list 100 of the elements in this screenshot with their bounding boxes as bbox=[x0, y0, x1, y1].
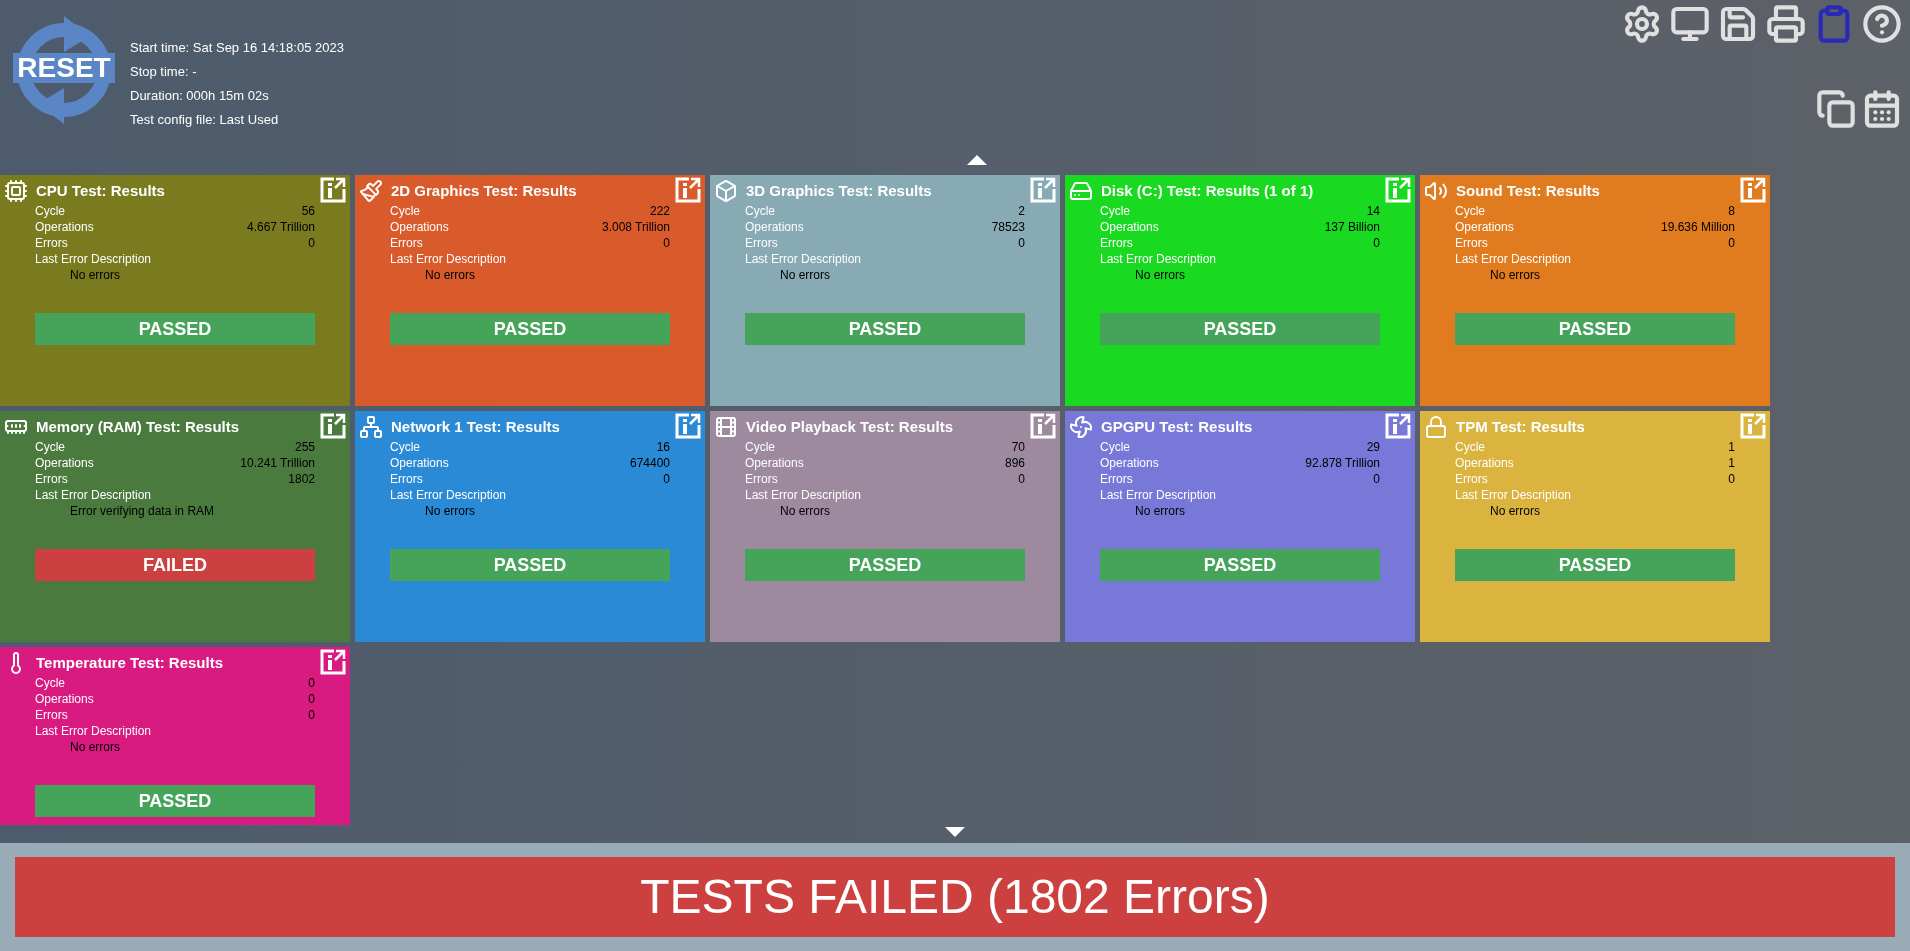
cube-icon bbox=[714, 179, 738, 203]
field-label: Errors bbox=[1455, 471, 1488, 487]
field-value: 0 bbox=[1728, 471, 1735, 487]
scroll-up-icon[interactable] bbox=[966, 155, 987, 165]
error-description: No errors bbox=[1490, 268, 1540, 282]
drive-icon bbox=[1069, 179, 1093, 203]
status-bar: PASSED bbox=[1455, 313, 1735, 345]
field-label: Errors bbox=[390, 235, 423, 251]
status-bar: PASSED bbox=[745, 313, 1025, 345]
field-label: Cycle bbox=[745, 203, 775, 219]
status-bar: PASSED bbox=[1455, 549, 1735, 581]
status-bar: FAILED bbox=[35, 549, 315, 581]
status-bar: PASSED bbox=[35, 785, 315, 817]
field-value: 19.636 Million bbox=[1660, 219, 1735, 235]
field-value: 8 bbox=[1728, 203, 1735, 219]
info-popout-icon[interactable] bbox=[1030, 177, 1056, 203]
lock-icon bbox=[1424, 415, 1448, 439]
error-description: No errors bbox=[1135, 268, 1185, 282]
field-value: 14 bbox=[1366, 203, 1380, 219]
info-popout-icon[interactable] bbox=[320, 177, 346, 203]
field-value: 0 bbox=[308, 675, 315, 691]
field-label: Last Error Description bbox=[35, 252, 152, 266]
field-value: 896 bbox=[1004, 455, 1025, 471]
info-popout-icon[interactable] bbox=[320, 413, 346, 439]
field-value: 0 bbox=[1018, 471, 1025, 487]
status-bar: PASSED bbox=[390, 549, 670, 581]
error-description: No errors bbox=[425, 268, 475, 282]
status-bar: PASSED bbox=[35, 313, 315, 345]
field-label: Errors bbox=[1455, 235, 1488, 251]
field-label: Last Error Description bbox=[1100, 488, 1217, 502]
field-label: Cycle bbox=[745, 439, 775, 455]
field-value: 1 bbox=[1728, 455, 1735, 471]
field-label: Operations bbox=[35, 455, 94, 471]
error-description: Error verifying data in RAM bbox=[70, 504, 215, 518]
field-label: Operations bbox=[35, 691, 94, 707]
info-popout-icon[interactable] bbox=[675, 177, 701, 203]
field-value: 0 bbox=[308, 235, 315, 251]
field-label: Errors bbox=[1100, 471, 1133, 487]
field-value: 3.008 Trillion bbox=[601, 219, 670, 235]
session-info-text: Stop time: - bbox=[130, 63, 198, 81]
field-value: 0 bbox=[308, 707, 315, 723]
field-label: Cycle bbox=[1455, 203, 1485, 219]
field-label: Operations bbox=[35, 219, 94, 235]
field-label: Cycle bbox=[390, 203, 420, 219]
field-label: Operations bbox=[1455, 219, 1514, 235]
monitor-icon[interactable] bbox=[1670, 4, 1710, 44]
status-bar: PASSED bbox=[1100, 549, 1380, 581]
field-label: Errors bbox=[390, 471, 423, 487]
error-description: No errors bbox=[1135, 504, 1185, 518]
printer-icon[interactable] bbox=[1766, 4, 1806, 44]
field-label: Last Error Description bbox=[745, 252, 862, 266]
info-popout-icon[interactable] bbox=[1740, 177, 1766, 203]
field-value: 16 bbox=[656, 439, 670, 455]
field-label: Operations bbox=[390, 455, 449, 471]
field-label: Last Error Description bbox=[35, 488, 152, 502]
error-description: No errors bbox=[780, 504, 830, 518]
field-value: 0 bbox=[663, 235, 670, 251]
settings-icon[interactable] bbox=[1622, 4, 1662, 44]
info-popout-icon[interactable] bbox=[320, 649, 346, 675]
info-popout-icon[interactable] bbox=[1385, 413, 1411, 439]
field-value: 0 bbox=[1018, 235, 1025, 251]
scroll-down-icon[interactable] bbox=[945, 827, 965, 837]
status-bar: PASSED bbox=[1100, 313, 1380, 345]
windows-icon[interactable] bbox=[1816, 89, 1856, 129]
field-label: Cycle bbox=[1455, 439, 1485, 455]
field-value: 0 bbox=[308, 691, 315, 707]
field-value: 56 bbox=[301, 203, 315, 219]
info-popout-icon[interactable] bbox=[675, 413, 701, 439]
field-value: 0 bbox=[1373, 235, 1380, 251]
field-label: Last Error Description bbox=[390, 488, 507, 502]
status-bar: PASSED bbox=[390, 313, 670, 345]
field-label: Last Error Description bbox=[35, 724, 152, 738]
info-popout-icon[interactable] bbox=[1030, 413, 1056, 439]
field-label: Operations bbox=[745, 455, 804, 471]
field-label: Cycle bbox=[1100, 439, 1130, 455]
field-value: 10.241 Trillion bbox=[240, 455, 315, 471]
field-value: 255 bbox=[294, 439, 315, 455]
field-label: Operations bbox=[1100, 455, 1159, 471]
card-title: Sound Test: Results bbox=[1456, 180, 1600, 201]
chip-icon bbox=[4, 179, 28, 203]
network-icon bbox=[359, 415, 383, 439]
field-value: 674400 bbox=[629, 455, 670, 471]
field-label: Last Error Description bbox=[1100, 252, 1217, 266]
field-label: Errors bbox=[35, 471, 68, 487]
help-icon[interactable] bbox=[1862, 4, 1902, 44]
save-icon[interactable] bbox=[1718, 4, 1758, 44]
field-label: Operations bbox=[1100, 219, 1159, 235]
field-value: 2 bbox=[1018, 203, 1025, 219]
film-icon bbox=[714, 415, 738, 439]
field-value: 4.667 Trillion bbox=[246, 219, 315, 235]
calendar-grid-icon[interactable] bbox=[1862, 89, 1902, 129]
session-info-text: Start time: Sat Sep 16 14:18:05 2023 bbox=[130, 39, 344, 57]
field-label: Operations bbox=[390, 219, 449, 235]
field-label: Operations bbox=[1455, 455, 1514, 471]
field-label: Errors bbox=[35, 707, 68, 723]
error-description: No errors bbox=[70, 268, 120, 282]
field-label: Operations bbox=[745, 219, 804, 235]
field-label: Errors bbox=[1100, 235, 1133, 251]
card-title: Network 1 Test: Results bbox=[391, 416, 560, 437]
result-banner: TESTS FAILED (1802 Errors) bbox=[15, 857, 1895, 937]
